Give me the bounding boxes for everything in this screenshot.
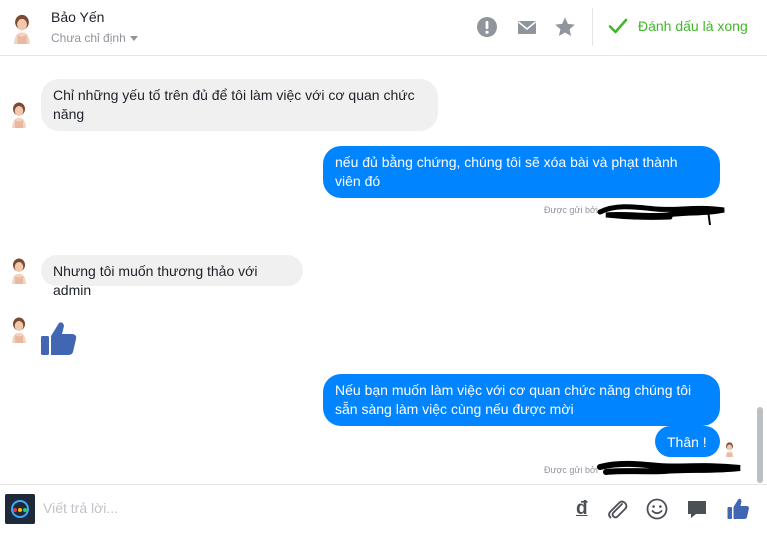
attachment-icon[interactable] — [605, 497, 629, 521]
checkmark-icon — [608, 18, 628, 34]
message-text: năng — [53, 106, 85, 122]
contact-avatar[interactable] — [9, 12, 35, 44]
seen-avatar — [723, 441, 736, 457]
message-text: viên đó — [335, 173, 381, 189]
sticker-icon[interactable] — [685, 497, 709, 521]
message-text: Nhưng tôi muốn thương thảo với admin — [53, 263, 258, 298]
message-bubble-outgoing[interactable]: Nếu bạn muốn làm việc với cơ quan chức n… — [323, 374, 720, 426]
sent-by-label: Được gửi bởi — [544, 205, 598, 215]
contact-avatar — [8, 256, 30, 284]
message-bubble-outgoing[interactable]: Thân ! — [655, 426, 720, 457]
page-avatar — [5, 494, 35, 524]
message-text: Chỉ những yếu tố trên đủ để tôi làm việc… — [53, 87, 415, 103]
message-text: Thân ! — [667, 434, 707, 450]
like-icon[interactable] — [726, 497, 750, 521]
envelope-icon[interactable] — [516, 16, 538, 38]
message-text: Nếu bạn muốn làm việc với cơ quan chức n… — [335, 382, 692, 398]
contact-avatar — [8, 315, 30, 343]
contact-avatar — [8, 100, 30, 128]
reply-composer: đ — [0, 484, 767, 541]
assignee-label: Chưa chỉ định — [51, 31, 126, 45]
conversation-header: Bảo Yến Chưa chỉ định Đánh dấu là xong — [0, 0, 767, 56]
assignee-dropdown[interactable]: Chưa chỉ định — [51, 31, 138, 45]
message-text: nếu đủ bằng chứng, chúng tôi sẽ xóa bài … — [335, 154, 678, 170]
mark-as-done-button[interactable]: Đánh dấu là xong — [608, 18, 748, 34]
redaction-scribble — [597, 204, 725, 226]
scrollbar-thumb[interactable] — [757, 407, 763, 483]
alert-icon[interactable] — [476, 16, 498, 38]
sent-by-label: Được gửi bởi — [544, 465, 598, 475]
chevron-down-icon — [129, 35, 138, 41]
message-bubble-incoming[interactable]: Nhưng tôi muốn thương thảo với admin — [41, 255, 303, 298]
thumbs-up-sticker[interactable] — [40, 320, 78, 358]
reply-input[interactable] — [43, 500, 463, 516]
mark-as-done-label: Đánh dấu là xong — [638, 18, 748, 34]
redaction-scribble — [597, 460, 741, 475]
message-bubble-incoming[interactable]: Chỉ những yếu tố trên đủ để tôi làm việc… — [41, 79, 438, 131]
star-icon[interactable] — [554, 16, 576, 38]
message-bubble-outgoing[interactable]: nếu đủ bằng chứng, chúng tôi sẽ xóa bài … — [323, 146, 720, 198]
contact-name[interactable]: Bảo Yến — [51, 9, 104, 25]
currency-button[interactable]: đ — [576, 498, 588, 520]
emoji-icon[interactable] — [645, 497, 669, 521]
message-text: sẵn sàng làm việc cùng nếu được mời — [335, 401, 574, 417]
header-divider — [592, 8, 593, 46]
